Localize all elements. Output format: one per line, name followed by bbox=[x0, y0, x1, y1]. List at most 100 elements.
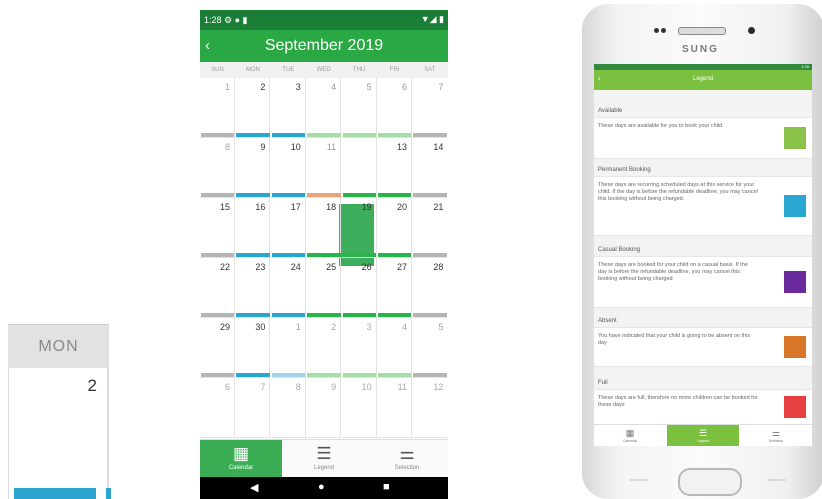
day-cell[interactable]: 26 bbox=[341, 258, 377, 318]
day-number: 10 bbox=[361, 382, 372, 392]
day-cell[interactable]: 5 bbox=[341, 78, 377, 138]
booking-strip bbox=[378, 193, 412, 197]
weekday-label: SAT bbox=[424, 67, 436, 73]
day-cell[interactable]: 6 bbox=[377, 78, 412, 138]
day-cell[interactable]: 4 bbox=[306, 78, 342, 138]
day-cell[interactable]: 3 bbox=[341, 318, 377, 378]
day-cell[interactable]: 30 bbox=[235, 318, 271, 378]
nav-calendar[interactable]: ▦ Calendar bbox=[594, 425, 666, 446]
list-icon: ☰ bbox=[316, 444, 332, 463]
day-cell[interactable]: 29 bbox=[200, 318, 235, 378]
nav-calendar[interactable]: ▦ Calendar bbox=[200, 440, 282, 478]
day-cell[interactable]: 10 bbox=[341, 378, 377, 438]
day-cell[interactable]: 19 bbox=[341, 198, 377, 258]
day-number: 12 bbox=[433, 382, 444, 392]
booking-strip bbox=[378, 373, 412, 377]
day-cell[interactable]: 18 bbox=[306, 198, 342, 258]
nav-label: Calendar bbox=[228, 465, 254, 471]
day-number: 7 bbox=[260, 382, 266, 392]
booking-strip bbox=[271, 253, 306, 257]
day-cell[interactable]: 7 bbox=[235, 378, 271, 438]
day-cell[interactable]: 13 bbox=[377, 138, 412, 198]
legend-card: These days are recurring scheduled days … bbox=[594, 176, 812, 236]
day-number: 2 bbox=[87, 376, 97, 395]
day-cell[interactable]: 1 bbox=[270, 318, 306, 378]
month-grid: 1 2 3 4 5 6 7 8 9 10 11 12 13 14 15 16 17 18 19 20 21 22 23 24 2… bbox=[200, 78, 448, 439]
legend-screen: 1:35 ‹ Legend Available These days are av… bbox=[594, 64, 812, 446]
recents-key[interactable] bbox=[630, 479, 648, 481]
status-time: 1:28 bbox=[204, 15, 222, 25]
day-number: 27 bbox=[396, 262, 407, 272]
day-cell[interactable]: 17 bbox=[270, 198, 306, 258]
day-cell[interactable]: 4 bbox=[377, 318, 412, 378]
day-cell[interactable]: 5 bbox=[412, 318, 448, 378]
booking-strip bbox=[236, 253, 270, 257]
day-number: 21 bbox=[433, 202, 444, 212]
day-cell[interactable]: 15 bbox=[200, 198, 235, 258]
day-cell[interactable]: 16 bbox=[235, 198, 271, 258]
nav-label: Legend bbox=[697, 439, 709, 443]
booking-strip bbox=[413, 313, 447, 317]
day-cell[interactable]: 20 bbox=[377, 198, 412, 258]
day-cell[interactable]: 25 bbox=[306, 258, 342, 318]
speaker-grille bbox=[678, 27, 726, 35]
day-cell[interactable]: 1 bbox=[200, 78, 235, 138]
day-number: 11 bbox=[397, 382, 407, 392]
nav-legend[interactable]: ☰ Legend bbox=[283, 440, 365, 478]
day-cell[interactable]: 11 bbox=[377, 378, 412, 438]
calendar-screen: 1:28 ⚙ ● ▮ ▼◢ ▮ ‹ September 2019 SUN MON T… bbox=[200, 10, 448, 499]
legend-item-title: Available bbox=[598, 108, 623, 114]
day-cell[interactable]: 8 bbox=[200, 138, 235, 198]
day-cell[interactable]: 2 bbox=[8, 368, 109, 499]
day-cell[interactable]: 6 bbox=[200, 378, 235, 438]
day-cell[interactable]: 23 bbox=[235, 258, 271, 318]
weekday-label: MON bbox=[245, 67, 260, 73]
day-number: 1 bbox=[224, 82, 230, 92]
day-cell[interactable]: 9 bbox=[235, 138, 271, 198]
day-cell[interactable]: 2 bbox=[306, 318, 342, 378]
day-cell[interactable]: 9 bbox=[306, 378, 342, 438]
nav-selection[interactable]: ⚌ Selection bbox=[366, 440, 448, 478]
calendar-icon: ▦ bbox=[625, 428, 635, 438]
day-cell[interactable]: 8 bbox=[270, 378, 306, 438]
day-cell[interactable]: 27 bbox=[377, 258, 412, 318]
list-icon: ☰ bbox=[698, 428, 708, 438]
day-number: 1 bbox=[295, 322, 301, 332]
booking-strip bbox=[236, 193, 270, 197]
back-key[interactable] bbox=[768, 479, 786, 481]
home-nav-icon[interactable]: ● bbox=[318, 481, 325, 493]
day-number: 7 bbox=[438, 82, 444, 92]
legend-card: These days are available for you to book… bbox=[594, 117, 812, 159]
day-number: 5 bbox=[366, 82, 372, 92]
day-number: 10 bbox=[290, 142, 301, 152]
legend-color-swatch bbox=[784, 396, 806, 418]
day-cell[interactable]: 3 bbox=[270, 78, 306, 138]
day-cell[interactable]: 12 bbox=[341, 138, 377, 198]
day-number: 12 bbox=[361, 142, 372, 152]
booking-strip bbox=[342, 133, 376, 137]
day-cell[interactable]: 22 bbox=[200, 258, 235, 318]
day-cell[interactable]: 10 bbox=[270, 138, 306, 198]
booking-strip bbox=[201, 253, 235, 257]
day-cell[interactable]: 21 bbox=[412, 198, 448, 258]
day-cell[interactable]: 11 bbox=[306, 138, 342, 198]
day-number: 2 bbox=[260, 82, 266, 92]
nav-legend[interactable]: ☰ Legend bbox=[667, 425, 739, 446]
day-cell[interactable]: 24 bbox=[270, 258, 306, 318]
home-button[interactable] bbox=[678, 468, 742, 496]
day-cell[interactable]: 28 bbox=[412, 258, 448, 318]
day-cell[interactable]: 2 bbox=[235, 78, 271, 138]
booking-strip bbox=[201, 313, 235, 317]
day-number: 20 bbox=[396, 202, 407, 212]
recents-nav-icon[interactable]: ■ bbox=[383, 481, 390, 493]
legend-color-swatch bbox=[784, 271, 806, 293]
day-number: 22 bbox=[219, 262, 230, 272]
day-cell[interactable]: 7 bbox=[412, 78, 448, 138]
legend-title: Legend bbox=[692, 76, 714, 82]
day-cell[interactable]: 12 bbox=[412, 378, 448, 438]
legend-color-swatch bbox=[784, 127, 806, 149]
booking-strip bbox=[307, 133, 341, 137]
nav-selection[interactable]: ⚌ Selection bbox=[740, 425, 812, 446]
back-nav-icon[interactable]: ◀ bbox=[250, 481, 258, 494]
day-cell[interactable]: 14 bbox=[412, 138, 448, 198]
